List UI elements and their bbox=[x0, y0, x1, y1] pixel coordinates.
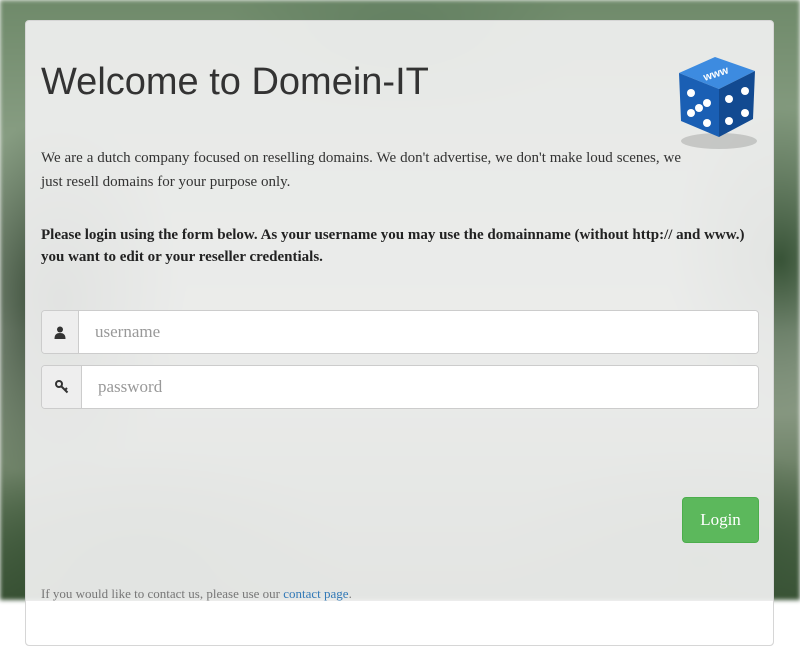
username-input[interactable] bbox=[79, 311, 758, 353]
dice-logo-icon: www bbox=[679, 57, 757, 149]
panel-footer-area bbox=[26, 601, 773, 645]
contact-page-link[interactable]: contact page bbox=[283, 586, 348, 601]
contact-prefix: If you would like to contact us, please … bbox=[41, 586, 284, 601]
password-input[interactable] bbox=[82, 366, 758, 408]
page-title: Welcome to Domein-IT bbox=[41, 61, 429, 103]
contact-text: If you would like to contact us, please … bbox=[41, 586, 352, 602]
intro-text: We are a dutch company focused on resell… bbox=[41, 150, 681, 190]
user-icon bbox=[42, 311, 79, 353]
login-button[interactable]: Login bbox=[682, 497, 759, 543]
key-icon bbox=[42, 366, 82, 408]
contact-suffix: . bbox=[348, 586, 352, 601]
login-instructions: Please login using the form below. As yo… bbox=[41, 227, 745, 265]
login-panel: Welcome to Domein-IT www We are a dutch … bbox=[25, 20, 774, 646]
username-group bbox=[41, 310, 759, 354]
password-group bbox=[41, 365, 759, 409]
